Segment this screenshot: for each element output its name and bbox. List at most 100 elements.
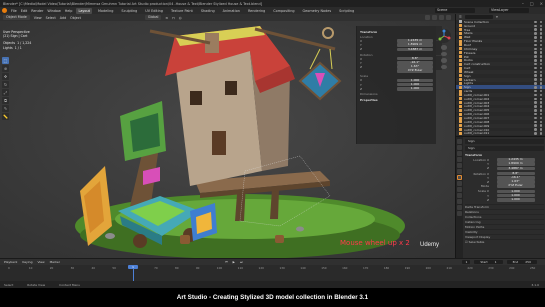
workspace-tab-layout[interactable]: Layout — [76, 7, 92, 14]
menu-view[interactable]: View — [34, 16, 42, 20]
eye-icon[interactable] — [534, 116, 537, 120]
select-box-icon[interactable]: ⬚ — [2, 57, 9, 64]
material-shading-icon[interactable] — [439, 15, 444, 20]
camera-icon[interactable] — [539, 20, 542, 24]
camera-icon[interactable] — [539, 93, 542, 97]
camera-icon[interactable] — [539, 109, 542, 112]
scene-tab-icon[interactable] — [457, 163, 462, 168]
filter-icon[interactable]: ⏷ — [496, 15, 498, 19]
pan-hand-icon[interactable] — [441, 51, 447, 56]
workspace-tab-texture-paint[interactable]: Texture Paint — [169, 8, 195, 14]
pivot-icon[interactable]: ⊙ — [165, 16, 168, 20]
camera-icon[interactable] — [539, 55, 542, 58]
eye-icon[interactable] — [534, 59, 537, 62]
object-name-field-2[interactable]: Sign — [465, 146, 544, 151]
eye-icon[interactable] — [534, 89, 537, 93]
workspace-tab-shading[interactable]: Shading — [199, 8, 217, 14]
rendered-shading-icon[interactable] — [446, 15, 451, 20]
menu-help[interactable]: Help — [65, 9, 73, 13]
camera-icon[interactable] — [539, 78, 542, 81]
eye-icon[interactable] — [534, 78, 537, 81]
menu-select[interactable]: Select — [46, 16, 56, 20]
timeline-menu-playback[interactable]: Playback — [4, 260, 17, 264]
particles-tab-icon[interactable] — [457, 187, 462, 192]
solid-shading-icon[interactable] — [432, 15, 437, 20]
menu-object[interactable]: Object — [70, 16, 81, 20]
camera-icon[interactable] — [539, 70, 542, 74]
eye-icon[interactable] — [534, 39, 537, 43]
rotation-mode-dropdown[interactable]: XYZ Euler — [397, 69, 433, 74]
end-frame-field[interactable]: End 250 — [506, 260, 537, 264]
proportional-edit-icon[interactable]: ◎ — [179, 16, 182, 20]
menu-add[interactable]: Add — [60, 16, 66, 20]
workspace-tab-uv-editing[interactable]: UV Editing — [143, 8, 165, 14]
3d-viewport[interactable]: User Perspective (21) Sign | Cart Object… — [0, 21, 455, 258]
camera-icon[interactable] — [539, 101, 542, 104]
view-layer-selector[interactable]: ViewLayer — [489, 8, 529, 13]
camera-icon[interactable] — [539, 86, 542, 89]
camera-icon[interactable] — [539, 51, 542, 54]
eye-icon[interactable] — [534, 109, 537, 112]
constraints-tab-icon[interactable] — [457, 199, 462, 204]
rotation-mode-select[interactable]: XYZ Euler — [496, 184, 535, 189]
eye-icon[interactable] — [534, 82, 537, 85]
render-tab-icon[interactable] — [457, 145, 462, 150]
tool-tab-icon[interactable] — [457, 139, 462, 144]
eye-icon[interactable] — [534, 74, 537, 77]
workspace-tab-sculpting[interactable]: Sculpting — [119, 8, 139, 14]
camera-icon[interactable] — [539, 105, 542, 108]
eye-icon[interactable] — [534, 124, 537, 127]
zoom-icon[interactable] — [441, 45, 447, 50]
timeline-menu-marker[interactable]: Marker — [50, 260, 60, 264]
annotate-icon[interactable]: ✎ — [2, 105, 9, 112]
eye-icon[interactable] — [534, 86, 537, 89]
eye-icon[interactable] — [534, 128, 537, 131]
eye-icon[interactable] — [534, 24, 537, 28]
display-mode-icon[interactable]: ☰ — [459, 15, 462, 19]
menu-file[interactable]: File — [11, 9, 17, 13]
object-tab-icon[interactable] — [457, 175, 462, 180]
maximize-button[interactable]: □ — [530, 1, 534, 6]
output-tab-icon[interactable] — [457, 151, 462, 156]
camera-icon[interactable] — [539, 74, 542, 77]
world-tab-icon[interactable] — [457, 169, 462, 174]
camera-icon[interactable] — [441, 58, 447, 63]
playhead-frame-label[interactable]: 1 — [128, 265, 138, 269]
camera-icon[interactable] — [539, 89, 542, 93]
eye-icon[interactable] — [534, 101, 537, 104]
rotate-icon[interactable]: ↻ — [2, 81, 9, 88]
view-layer-tab-icon[interactable] — [457, 157, 462, 162]
camera-icon[interactable] — [539, 28, 542, 31]
eye-icon[interactable] — [534, 51, 537, 54]
blender-logo-icon[interactable] — [2, 8, 7, 13]
material-tab-icon[interactable] — [457, 211, 462, 216]
eye-icon[interactable] — [534, 132, 537, 135]
camera-icon[interactable] — [539, 97, 542, 101]
menu-window[interactable]: Window — [47, 9, 60, 13]
camera-icon[interactable] — [539, 132, 542, 135]
workspace-tab-rendering[interactable]: Rendering — [246, 8, 267, 14]
eye-icon[interactable] — [534, 93, 537, 97]
wireframe-shading-icon[interactable] — [425, 15, 430, 20]
prop-scale-z-field[interactable]: 1.000 — [496, 197, 535, 202]
mode-dropdown[interactable]: Object Mode — [3, 15, 30, 20]
eye-icon[interactable] — [534, 112, 537, 116]
camera-icon[interactable] — [539, 62, 542, 66]
eye-icon[interactable] — [534, 43, 537, 47]
eye-icon[interactable] — [534, 105, 537, 108]
data-tab-icon[interactable] — [457, 205, 462, 210]
location-z-field[interactable]: 3.4887 m — [397, 47, 433, 52]
menu-edit[interactable]: Edit — [21, 9, 28, 13]
object-name-field[interactable]: Sign — [465, 139, 544, 144]
eye-icon[interactable] — [534, 32, 537, 35]
eye-icon[interactable] — [534, 28, 537, 31]
camera-icon[interactable] — [539, 124, 542, 127]
physics-tab-icon[interactable] — [457, 193, 462, 198]
camera-icon[interactable] — [539, 128, 542, 131]
eye-icon[interactable] — [534, 120, 537, 124]
move-icon[interactable]: ✥ — [2, 73, 9, 80]
transform-icon[interactable]: ⧉ — [2, 97, 9, 104]
eye-icon[interactable] — [534, 47, 537, 51]
menu-render[interactable]: Render — [31, 9, 43, 13]
orientation-dropdown[interactable]: Global — [144, 15, 162, 20]
